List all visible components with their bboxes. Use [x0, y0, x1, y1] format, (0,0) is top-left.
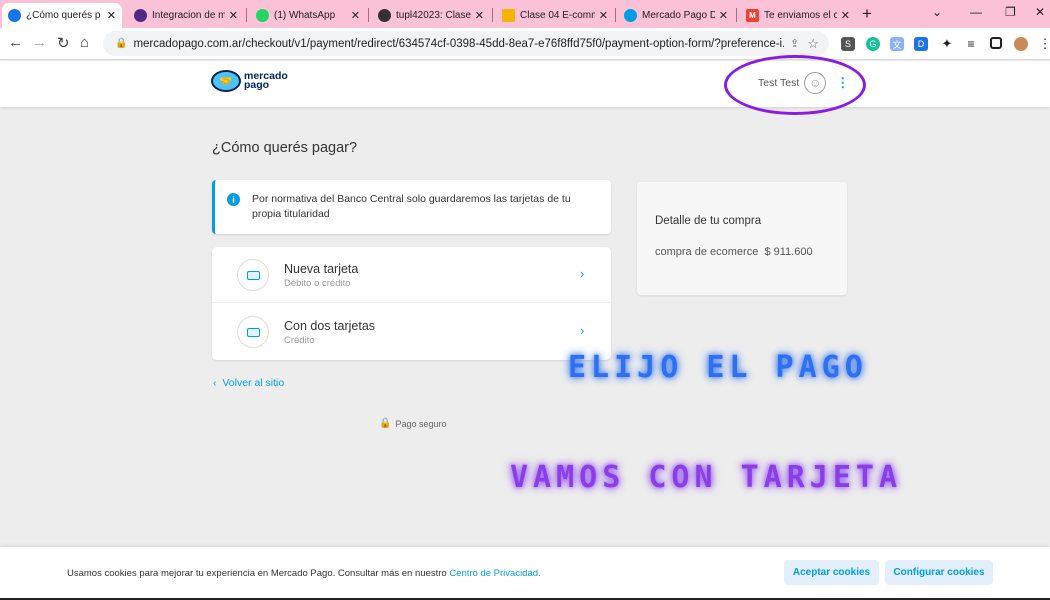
translate-extension-icon[interactable]: 文: [890, 37, 904, 51]
tab-label: ¿Cómo querés p: [26, 10, 101, 21]
logo-text: mercado pago: [244, 71, 288, 91]
back-link-label: Volver al sitio: [222, 377, 285, 389]
chevron-left-icon: ‹: [213, 377, 223, 389]
tab[interactable]: Mercado Pago D ✕: [618, 3, 734, 28]
restore-icon[interactable]: ❐: [1005, 5, 1016, 19]
cookie-text: Usamos cookies para mejorar tu experienc…: [67, 568, 541, 579]
option-subtitle: Crédito: [284, 335, 315, 346]
option-title: Nueva tarjeta: [284, 262, 359, 276]
purchase-summary: Detalle de tu compra compra de ecomerce …: [637, 182, 847, 295]
tab-label: Te enviamos el c: [764, 10, 837, 21]
secure-payment-badge: 🔒 Pago seguro: [379, 418, 447, 429]
tab-close-icon[interactable]: ✕: [475, 9, 484, 22]
github-icon: [378, 9, 391, 22]
mercadopago-favicon-icon: [624, 9, 637, 22]
credit-card-icon: [237, 316, 269, 348]
tab[interactable]: Integracion de m ✕: [128, 3, 244, 28]
page-title: ¿Cómo querés pagar?: [212, 140, 358, 156]
overlay-text-vamos-con-tarjeta: VAMOS CON TARJETA: [510, 460, 903, 495]
extensions-puzzle-icon[interactable]: ✦: [940, 36, 954, 51]
tab-close-icon[interactable]: ✕: [599, 9, 608, 22]
option-title: Con dos tarjetas: [284, 319, 376, 333]
whatsapp-icon: [256, 9, 269, 22]
tab-active[interactable]: ¿Cómo querés p ✕: [2, 3, 122, 28]
browser-tab-bar: ¿Cómo querés p ✕ Integracion de m ✕ (1) …: [0, 0, 1050, 28]
info-notice: i Por normativa del Banco Central solo g…: [212, 180, 611, 234]
forward-arrow-icon[interactable]: →: [32, 34, 47, 51]
tab[interactable]: (1) WhatsApp ✕: [250, 3, 366, 28]
mercadopago-logo[interactable]: 🤝 mercado pago: [211, 70, 288, 92]
chevron-right-icon: ›: [580, 266, 585, 281]
back-to-site-link[interactable]: ‹ Volver al sitio: [213, 377, 284, 389]
cookie-banner: Usamos cookies para mejorar tu experienc…: [0, 547, 1050, 600]
summary-amount: $ 911.600: [764, 246, 813, 258]
mp-header: 🤝 mercado pago Test Test ☺ ⋮: [0, 61, 1050, 107]
tab-divider: [615, 8, 616, 22]
kebab-menu-icon[interactable]: ⋮: [1038, 36, 1050, 51]
new-tab-button[interactable]: +: [862, 4, 872, 24]
handshake-icon: 🤝: [211, 70, 241, 92]
summary-row: compra de ecomerce $ 911.600: [655, 246, 813, 258]
reload-icon[interactable]: ↻: [57, 34, 70, 52]
padlock-icon: 🔒: [379, 418, 392, 429]
tab-label: tupl42023: Clase: [396, 10, 471, 21]
payment-option-two-cards[interactable]: Con dos tarjetas Crédito ›: [212, 304, 611, 360]
accept-cookies-button[interactable]: Aceptar cookies: [784, 560, 879, 585]
chevron-right-icon: ›: [580, 323, 585, 338]
tab[interactable]: tupl42023: Clase ✕: [372, 3, 490, 28]
grammarly-extension-icon[interactable]: G: [866, 37, 880, 51]
notice-text: Por normativa del Banco Central solo gua…: [252, 193, 571, 220]
info-icon: i: [227, 193, 240, 206]
share-icon[interactable]: ⇪: [790, 37, 799, 50]
google-drive-icon: [502, 9, 515, 22]
tab-close-icon[interactable]: ✕: [229, 9, 238, 22]
summary-item: compra de ecomerce: [655, 246, 759, 258]
tab-label: Clase 04 E-comm: [520, 10, 595, 21]
option-subtitle: Débito o crédito: [284, 278, 351, 289]
payment-options-list: Nueva tarjeta Débito o crédito › Con dos…: [212, 247, 611, 360]
highlight-circle-annotation: [724, 55, 866, 115]
address-bar[interactable]: 🔒 mercadopago.com.ar/checkout/v1/payment…: [103, 31, 829, 56]
mercadopago-favicon-icon: [8, 9, 21, 22]
summary-heading: Detalle de tu compra: [655, 215, 762, 227]
tab-label: Mercado Pago D: [642, 10, 715, 21]
close-window-icon[interactable]: ✕: [1035, 5, 1045, 19]
favicon-icon: [134, 9, 147, 22]
tab-close-icon[interactable]: ✕: [841, 9, 850, 22]
tab-divider: [368, 8, 369, 22]
configure-cookies-button[interactable]: Configurar cookies: [885, 560, 993, 585]
browser-toolbar: ← → ↻ ⌂ 🔒 mercadopago.com.ar/checkout/v1…: [0, 28, 1050, 60]
tab-label: (1) WhatsApp: [274, 10, 336, 21]
url-text: mercadopago.com.ar/checkout/v1/payment/r…: [133, 37, 785, 50]
skype-extension-icon[interactable]: S: [841, 37, 855, 51]
tab-close-icon[interactable]: ✕: [351, 9, 360, 22]
back-arrow-icon[interactable]: ←: [8, 34, 23, 51]
secure-label: Pago seguro: [395, 418, 447, 429]
profile-avatar[interactable]: [1014, 37, 1028, 51]
payment-option-new-card[interactable]: Nueva tarjeta Débito o crédito ›: [212, 247, 611, 303]
gmail-icon: M: [746, 9, 759, 22]
tab-label: Integracion de m: [152, 10, 225, 21]
tab-divider: [492, 8, 493, 22]
home-icon[interactable]: ⌂: [80, 34, 89, 51]
reading-list-icon[interactable]: ≡: [964, 37, 978, 51]
lock-icon: 🔒: [115, 38, 128, 49]
tab-divider: [246, 8, 247, 22]
privacy-center-link[interactable]: Centro de Privacidad.: [449, 568, 540, 579]
overlay-text-elijo-el-pago: ELIJO EL PAGO: [568, 350, 868, 385]
bookmark-star-icon[interactable]: ☆: [807, 36, 819, 52]
tab[interactable]: M Te enviamos el c ✕: [740, 3, 856, 28]
credit-card-icon: [237, 259, 269, 291]
tab-divider: [736, 8, 737, 22]
tab-close-icon[interactable]: ✕: [719, 9, 728, 22]
minimize-icon[interactable]: —: [970, 5, 982, 19]
side-panel-icon[interactable]: [990, 37, 1002, 49]
tab[interactable]: Clase 04 E-comm ✕: [496, 3, 614, 28]
logo-line2: pago: [244, 79, 270, 91]
dictionary-extension-icon[interactable]: D: [914, 37, 928, 51]
tab-close-icon[interactable]: ✕: [107, 9, 116, 22]
tab-search-icon[interactable]: ⌄: [932, 5, 942, 19]
cookie-message: Usamos cookies para mejorar tu experienc…: [67, 568, 447, 579]
